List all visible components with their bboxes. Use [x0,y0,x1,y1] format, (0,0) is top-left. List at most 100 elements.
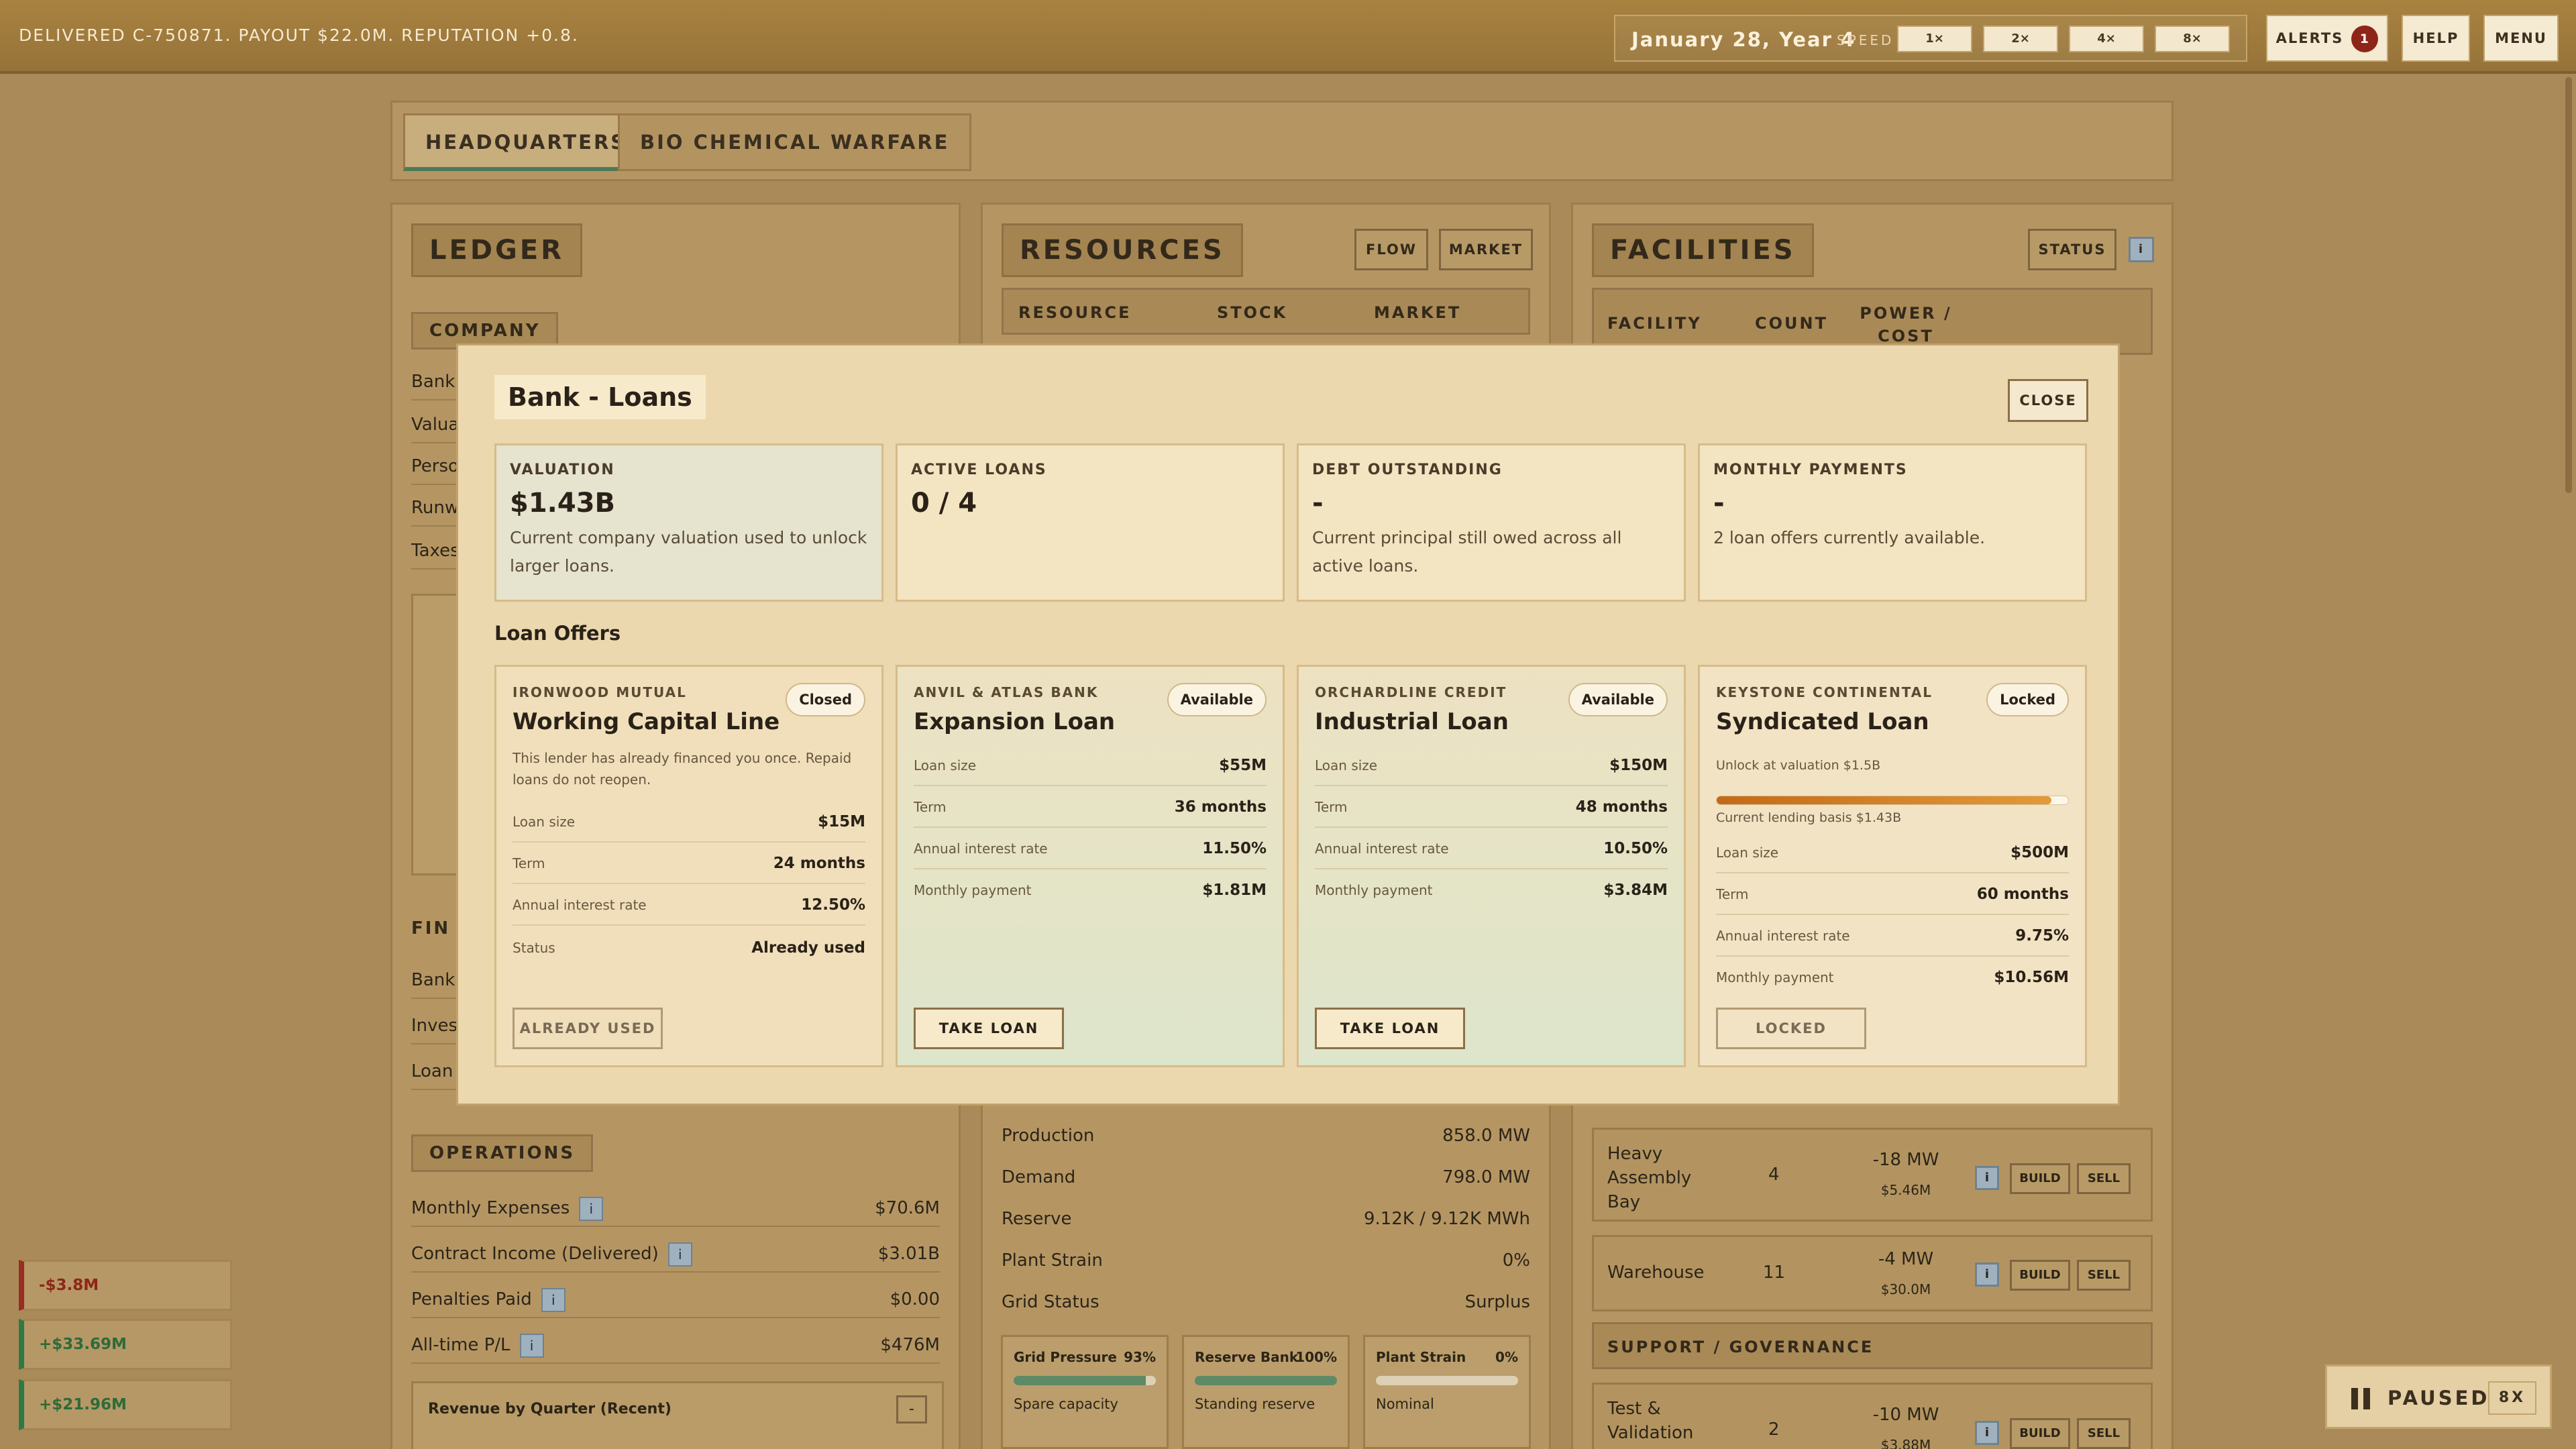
loan-detail-row: Term 60 months [1716,873,2069,915]
loan-detail-row: Loan size $15M [513,801,865,843]
detail-value: 60 months [1976,885,2069,903]
build-button[interactable]: BUILD [2010,1260,2070,1291]
detail-label: Annual interest rate [1716,928,1850,944]
loan-detail-row: Term 36 months [914,786,1267,828]
loan-detail-row: Annual interest rate 11.50% [914,828,1267,869]
stat-description: Current principal still owed across all … [1312,528,1622,576]
facility-info-button[interactable]: i [1975,1421,1999,1445]
facility-power: -18 MW [1872,1150,1939,1170]
page-scrollbar[interactable] [2565,77,2572,493]
ledger-row-label: Perso [411,456,459,476]
facility-row-heavy-assembly-bay: Heavy Assembly Bay 4 -18 MW $5.46M i BUI… [1592,1128,2153,1222]
sell-button[interactable]: SELL [2077,1260,2131,1291]
market-button[interactable]: MARKET [1439,229,1533,270]
detail-label: Annual interest rate [914,841,1048,857]
power-row-reserve: Reserve 9.12K / 9.12K MWh [1002,1200,1530,1238]
finance-section-header: FIN [411,918,451,938]
tab-headquarters[interactable]: HEADQUARTERS [403,113,649,171]
facility-row-warehouse: Warehouse 11 -4 MW $30.0M i BUILD SELL [1592,1235,2153,1311]
column-header-count: COUNT [1755,314,1828,333]
revenue-chart-title: Revenue by Quarter (Recent) [428,1401,672,1417]
row-value: 858.0 MW [1442,1126,1530,1146]
speed-2x-button[interactable]: 2× [1983,25,2058,52]
info-button[interactable]: i [667,1242,692,1267]
status-button[interactable]: STATUS [2028,229,2116,270]
resources-table-header: RESOURCE STOCK MARKET [1002,288,1530,335]
info-button[interactable]: i [579,1196,604,1221]
gauge-value: 0% [1495,1349,1518,1365]
gauge-plant-strain: Plant Strain 0% Nominal [1363,1335,1531,1449]
loan-detail-row: Annual interest rate 12.50% [513,884,865,926]
speed-4x-button[interactable]: 4× [2069,25,2144,52]
power-row-grid-status: Grid Status Surplus [1002,1283,1530,1321]
stat-debt-outstanding: DEBT OUTSTANDING - Current principal sti… [1297,443,1686,602]
column-header-market: MARKET [1374,303,1462,322]
already-used-button[interactable]: ALREADY USED [513,1008,663,1049]
facilities-title: FACILITIES [1592,223,1814,277]
row-label: Monthly Expenses [411,1198,570,1218]
row-value: $476M [880,1335,940,1355]
detail-value: Already used [751,939,865,957]
loan-offers-heading: Loan Offers [494,622,621,645]
loan-detail-row: Term 24 months [513,843,865,884]
detail-value: $150M [1609,757,1668,774]
detail-label: Term [1716,886,1749,902]
take-loan-button[interactable]: TAKE LOAN [914,1008,1064,1049]
operations-section-header: OPERATIONS [411,1134,594,1172]
help-button[interactable]: HELP [2402,15,2470,62]
info-button[interactable]: i [519,1333,544,1358]
toast-gain: +$33.69M [19,1319,232,1370]
facility-name: Warehouse [1607,1263,1705,1283]
take-loan-button[interactable]: TAKE LOAN [1315,1008,1465,1049]
sell-button[interactable]: SELL [2077,1163,2131,1194]
facility-info-button[interactable]: i [1975,1263,1999,1287]
stat-label: ACTIVE LOANS [911,462,1047,478]
detail-value: 10.50% [1603,840,1668,857]
gauge-note: Standing reserve [1195,1396,1316,1412]
detail-value: $500M [2010,844,2069,861]
unlock-requirement: Unlock at valuation $1.5B [1716,758,1881,773]
notification-message: DELIVERED C-750871. PAYOUT $22.0M. REPUT… [19,25,579,45]
facility-power: -4 MW [1878,1249,1934,1269]
gauge-track [1376,1376,1518,1385]
bank-loans-modal: Bank - Loans CLOSE VALUATION $1.43B Curr… [456,343,2120,1106]
facility-info-button[interactable]: i [1975,1166,1999,1190]
speed-8x-button[interactable]: 8× [2155,25,2230,52]
gauge-label: Reserve Bank [1195,1349,1299,1365]
gauge-note: Spare capacity [1014,1396,1118,1412]
speed-1x-button[interactable]: 1× [1897,25,1972,52]
row-label: Production [1002,1126,1095,1146]
gauge-value: 93% [1124,1349,1156,1365]
top-bar: DELIVERED C-750871. PAYOUT $22.0M. REPUT… [0,0,2576,74]
gauge-note: Nominal [1376,1396,1434,1412]
info-button[interactable]: i [541,1287,566,1312]
flow-button[interactable]: FLOW [1354,229,1428,270]
build-button[interactable]: BUILD [2010,1163,2070,1194]
sell-button[interactable]: SELL [2077,1418,2131,1449]
resources-title: RESOURCES [1002,223,1243,277]
collapse-button[interactable]: - [896,1395,927,1424]
row-value: $70.6M [875,1198,940,1218]
menu-button[interactable]: MENU [2483,15,2559,62]
row-label: Penalties Paid [411,1289,532,1309]
tab-bio-chemical-warfare[interactable]: BIO CHEMICAL WARFARE [618,113,972,171]
facilities-info-button[interactable]: i [2129,237,2154,262]
close-button[interactable]: CLOSE [2008,379,2088,422]
paused-indicator[interactable]: PAUSED 8X [2325,1364,2552,1429]
detail-value: $15M [818,813,865,830]
facility-count: 4 [1768,1165,1780,1185]
revenue-chart-box: Revenue by Quarter (Recent) - [411,1381,944,1449]
loan-detail-row: Monthly payment $10.56M [1716,957,2069,998]
facility-cost: $5.46M [1880,1182,1931,1198]
locked-button[interactable]: LOCKED [1716,1008,1866,1049]
status-badge: Available [1568,683,1668,716]
build-button[interactable]: BUILD [2010,1418,2070,1449]
facility-row-test-validation-range: Test & Validation Range 2 -10 MW $3.88M … [1592,1383,2153,1449]
stat-value: - [1312,488,1324,519]
gauge-track [1195,1376,1337,1385]
detail-label: Term [1315,799,1348,815]
detail-label: Monthly payment [1716,969,1834,985]
alerts-button[interactable]: ALERTS 1 [2266,15,2388,62]
loan-detail-row: Term 48 months [1315,786,1668,828]
row-value: 9.12K / 9.12K MWh [1363,1209,1530,1229]
